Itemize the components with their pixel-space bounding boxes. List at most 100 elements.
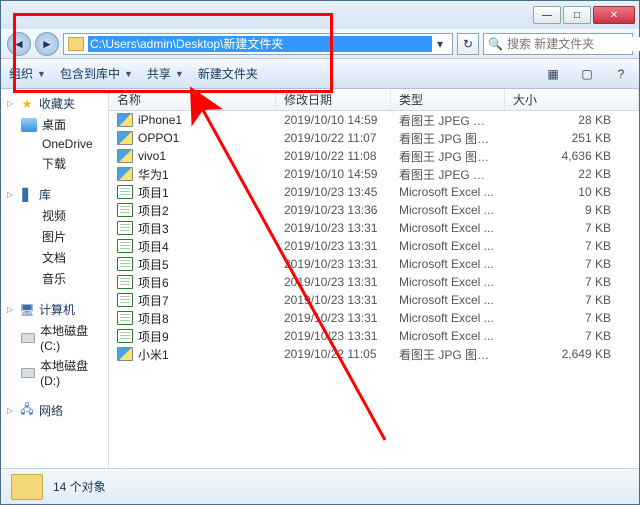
status-text: 14 个对象 xyxy=(53,478,106,495)
col-size[interactable]: 大小 xyxy=(505,89,639,110)
address-input[interactable] xyxy=(88,36,432,52)
file-date: 2019/10/10 14:59 xyxy=(276,113,391,127)
col-name[interactable]: 名称 xyxy=(109,89,276,110)
nav-fav-item-2[interactable]: 下载 xyxy=(1,153,108,174)
file-row[interactable]: 项目62019/10/23 13:31Microsoft Excel ...7 … xyxy=(109,273,639,291)
file-date: 2019/10/23 13:45 xyxy=(276,185,391,199)
search-input[interactable] xyxy=(507,37,640,51)
refresh-button[interactable]: ↻ xyxy=(457,33,479,55)
nav-item-label: 本地磁盘 (C:) xyxy=(40,322,102,353)
include-library-menu[interactable]: 包含到库中▼ xyxy=(60,65,133,82)
file-name: iPhone1 xyxy=(138,113,182,127)
address-bar[interactable]: ▾ xyxy=(63,33,453,55)
file-row[interactable]: 小米12019/10/22 11:05看图王 JPG 图片...2,649 KB xyxy=(109,345,639,363)
file-name: 项目7 xyxy=(138,292,169,309)
file-row[interactable]: 项目92019/10/23 13:31Microsoft Excel ...7 … xyxy=(109,327,639,345)
file-type: Microsoft Excel ... xyxy=(391,311,505,325)
nav-lib-item-2[interactable]: 文档 xyxy=(1,247,108,268)
file-name: 项目1 xyxy=(138,184,169,201)
back-button[interactable]: ◄ xyxy=(7,32,31,56)
status-bar: 14 个对象 xyxy=(1,468,639,504)
file-row[interactable]: 项目82019/10/23 13:31Microsoft Excel ...7 … xyxy=(109,309,639,327)
file-type: 看图王 JPG 图片... xyxy=(391,346,505,363)
file-row[interactable]: iPhone1 2019/10/10 14:59看图王 JPEG 图片...28 … xyxy=(109,111,639,129)
file-row[interactable]: 项目12019/10/23 13:45Microsoft Excel ...10… xyxy=(109,183,639,201)
file-row[interactable]: 项目32019/10/23 13:31Microsoft Excel ...7 … xyxy=(109,219,639,237)
maximize-button[interactable]: □ xyxy=(563,6,591,24)
nav-libraries-header[interactable]: ▷▋库 xyxy=(1,184,108,205)
nav-item-label: 视频 xyxy=(42,207,66,224)
nav-network-header[interactable]: ▷🖧网络 xyxy=(1,400,108,421)
file-type: Microsoft Excel ... xyxy=(391,275,505,289)
file-row[interactable]: 华为1 2019/10/10 14:59看图王 JPEG 图片...22 KB xyxy=(109,165,639,183)
help-button[interactable]: ? xyxy=(611,64,631,84)
xls-file-icon xyxy=(117,275,133,289)
file-size: 7 KB xyxy=(505,239,639,253)
file-row[interactable]: 项目42019/10/23 13:31Microsoft Excel ...7 … xyxy=(109,237,639,255)
column-headers: 名称 修改日期 类型 大小 xyxy=(109,89,639,111)
pic-icon xyxy=(21,230,37,244)
file-type: 看图王 JPEG 图片... xyxy=(391,112,505,129)
file-name: 项目6 xyxy=(138,274,169,291)
share-menu[interactable]: 共享▼ xyxy=(147,65,184,82)
close-button[interactable]: ✕ xyxy=(593,6,635,24)
titlebar: — □ ✕ xyxy=(1,1,639,29)
search-box[interactable]: 🔍 xyxy=(483,33,633,55)
file-type: Microsoft Excel ... xyxy=(391,203,505,217)
jpg-file-icon xyxy=(117,113,133,127)
new-folder-button[interactable]: 新建文件夹 xyxy=(198,65,258,82)
file-size: 7 KB xyxy=(505,257,639,271)
file-name: 项目9 xyxy=(138,328,169,345)
nav-computer-header[interactable]: ▷🖥计算机 xyxy=(1,299,108,320)
file-row[interactable]: 项目52019/10/23 13:31Microsoft Excel ...7 … xyxy=(109,255,639,273)
file-date: 2019/10/23 13:31 xyxy=(276,221,391,235)
nav-fav-item-1[interactable]: OneDrive xyxy=(1,135,108,153)
folder-icon xyxy=(68,37,84,51)
file-type: 看图王 JPEG 图片... xyxy=(391,166,505,183)
file-row[interactable]: OPPO12019/10/22 11:07看图王 JPG 图片...251 KB xyxy=(109,129,639,147)
file-date: 2019/10/22 11:05 xyxy=(276,347,391,361)
nav-comp-item-0[interactable]: 本地磁盘 (C:) xyxy=(1,320,108,355)
xls-file-icon xyxy=(117,185,133,199)
file-row[interactable]: 项目22019/10/23 13:36Microsoft Excel ...9 … xyxy=(109,201,639,219)
jpg-file-icon xyxy=(117,167,133,181)
file-size: 22 KB xyxy=(505,167,639,181)
disk-icon xyxy=(21,333,35,343)
file-name: 项目4 xyxy=(138,238,169,255)
toolbar: 组织▼ 包含到库中▼ 共享▼ 新建文件夹 ▦ ▢ ? xyxy=(1,59,639,89)
file-row[interactable]: vivo12019/10/22 11:08看图王 JPG 图片...4,636 … xyxy=(109,147,639,165)
nav-item-label: 下载 xyxy=(42,155,66,172)
nav-lib-item-1[interactable]: 图片 xyxy=(1,226,108,247)
file-size: 28 KB xyxy=(505,113,639,127)
nav-lib-item-3[interactable]: 音乐 xyxy=(1,268,108,289)
file-date: 2019/10/10 14:59 xyxy=(276,167,391,181)
nav-comp-item-1[interactable]: 本地磁盘 (D:) xyxy=(1,355,108,390)
file-name: vivo1 xyxy=(138,149,166,163)
xls-file-icon xyxy=(117,257,133,271)
preview-pane-button[interactable]: ▢ xyxy=(577,64,597,84)
cloud-icon xyxy=(21,137,37,151)
file-name: 项目3 xyxy=(138,220,169,237)
view-mode-button[interactable]: ▦ xyxy=(543,64,563,84)
minimize-button[interactable]: — xyxy=(533,6,561,24)
nav-lib-item-0[interactable]: 视频 xyxy=(1,205,108,226)
file-date: 2019/10/22 11:07 xyxy=(276,131,391,145)
explorer-window: — □ ✕ ◄ ► ▾ ↻ 🔍 组织▼ 包含到库中▼ 共享▼ 新建文件夹 ▦ ▢… xyxy=(0,0,640,505)
xls-file-icon xyxy=(117,311,133,325)
col-date[interactable]: 修改日期 xyxy=(276,89,391,110)
file-date: 2019/10/23 13:31 xyxy=(276,329,391,343)
forward-button[interactable]: ► xyxy=(35,32,59,56)
address-dropdown-icon[interactable]: ▾ xyxy=(432,37,448,51)
organize-menu[interactable]: 组织▼ xyxy=(9,65,46,82)
nav-favorites-header[interactable]: ▷★收藏夹 xyxy=(1,93,108,114)
nav-fav-item-0[interactable]: 桌面 xyxy=(1,114,108,135)
nav-pane[interactable]: ▷★收藏夹 桌面OneDrive 下载 ▷▋库 视频图片文档音乐 ▷🖥计算机 本地… xyxy=(1,89,109,468)
file-row[interactable]: 项目72019/10/23 13:31Microsoft Excel ...7 … xyxy=(109,291,639,309)
file-date: 2019/10/23 13:36 xyxy=(276,203,391,217)
file-name: 华为1 xyxy=(138,166,169,183)
file-list[interactable]: iPhone12019/10/10 14:59看图王 JPEG 图片...28 … xyxy=(109,111,639,468)
file-name: 小米1 xyxy=(138,346,169,363)
col-type[interactable]: 类型 xyxy=(391,89,505,110)
file-type: Microsoft Excel ... xyxy=(391,185,505,199)
jpg-file-icon xyxy=(117,149,133,163)
